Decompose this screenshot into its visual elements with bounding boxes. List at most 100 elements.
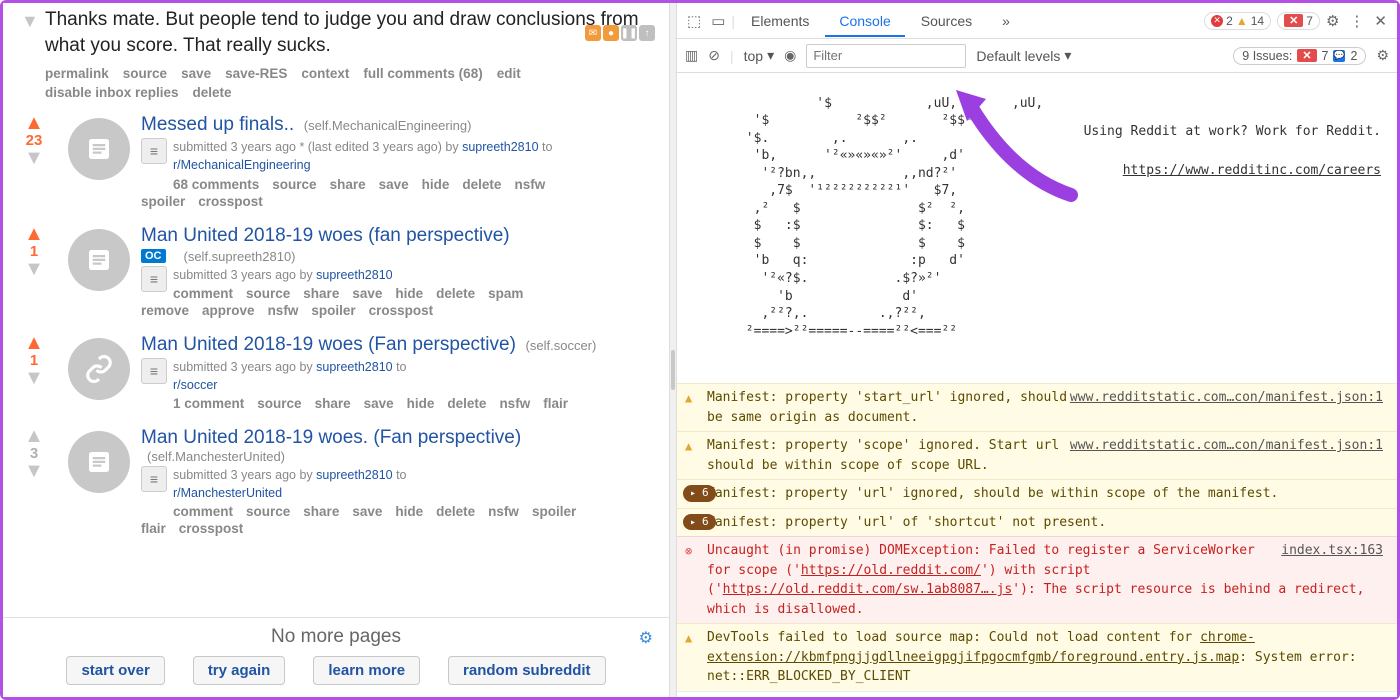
downvote-icon[interactable]: ▼: [11, 149, 57, 167]
flat-link[interactable]: nsfw: [268, 303, 299, 318]
downvote-icon[interactable]: ▼: [21, 11, 39, 32]
mail-icon[interactable]: ✉: [585, 25, 601, 41]
flat-link[interactable]: source: [272, 177, 316, 192]
tab-elements[interactable]: Elements: [737, 5, 823, 37]
flat-link[interactable]: hide: [395, 504, 423, 519]
res-icon-2[interactable]: ●: [603, 25, 619, 41]
flat-link[interactable]: crosspost: [179, 521, 244, 536]
flat-link[interactable]: source: [246, 286, 290, 301]
pause-icon[interactable]: ❚❚: [621, 25, 637, 41]
flat-link[interactable]: hide: [422, 177, 450, 192]
flat-link[interactable]: disable inbox replies: [45, 85, 179, 100]
source-link[interactable]: index.tsx:163: [1281, 541, 1383, 561]
up-icon[interactable]: ↑: [639, 25, 655, 41]
post-title[interactable]: Man United 2018-19 woes (fan perspective…: [141, 225, 510, 246]
nomore-button[interactable]: random subreddit: [448, 656, 606, 685]
tab-more[interactable]: »: [988, 5, 1024, 37]
thumbnail[interactable]: [57, 334, 141, 411]
flat-link[interactable]: crosspost: [198, 194, 263, 209]
flat-link[interactable]: spoiler: [311, 303, 355, 318]
flat-link[interactable]: context: [301, 66, 349, 81]
author-link[interactable]: supreeth2810: [316, 468, 392, 482]
post-title[interactable]: Messed up finals..: [141, 114, 294, 135]
domain[interactable]: (self.MechanicalEngineering): [304, 118, 472, 133]
tab-sources[interactable]: Sources: [907, 5, 986, 37]
subreddit-link[interactable]: r/soccer: [173, 378, 217, 392]
subreddit-link[interactable]: r/ManchesterUnited: [173, 486, 282, 500]
flat-link[interactable]: source: [246, 504, 290, 519]
flat-link[interactable]: nsfw: [499, 396, 530, 411]
tab-console[interactable]: Console: [825, 5, 904, 37]
context-selector[interactable]: top ▾: [744, 47, 775, 64]
subreddit-link[interactable]: r/MechanicalEngineering: [173, 158, 311, 172]
sidebar-toggle-icon[interactable]: ▥: [685, 47, 698, 64]
post-title[interactable]: Man United 2018-19 woes. (Fan perspectiv…: [141, 427, 521, 448]
flat-link[interactable]: delete: [436, 504, 475, 519]
thumbnail[interactable]: [57, 225, 141, 318]
split-divider[interactable]: [669, 3, 677, 697]
flat-link[interactable]: nsfw: [488, 504, 519, 519]
flat-link[interactable]: 1 comment: [173, 396, 244, 411]
flat-link[interactable]: spoiler: [532, 504, 576, 519]
expando-button[interactable]: ≡: [141, 266, 167, 292]
flat-link[interactable]: delete: [436, 286, 475, 301]
hidden-badge[interactable]: ✕7: [1277, 12, 1320, 30]
author-link[interactable]: supreeth2810: [316, 360, 392, 374]
upvote-icon[interactable]: ▲: [11, 334, 57, 352]
author-link[interactable]: supreeth2810: [462, 140, 538, 154]
flat-link[interactable]: flair: [543, 396, 568, 411]
domain[interactable]: (self.supreeth2810): [184, 249, 296, 264]
flat-link[interactable]: source: [123, 66, 167, 81]
domain[interactable]: (self.ManchesterUnited): [147, 449, 285, 464]
downvote-icon[interactable]: ▼: [11, 369, 57, 387]
nomore-button[interactable]: try again: [193, 656, 286, 685]
careers-link[interactable]: https://www.redditinc.com/careers: [1123, 163, 1381, 178]
flat-link[interactable]: share: [330, 177, 366, 192]
flat-link[interactable]: save: [181, 66, 211, 81]
expando-button[interactable]: ≡: [141, 466, 167, 492]
flat-link[interactable]: save: [352, 286, 382, 301]
flat-link[interactable]: edit: [497, 66, 521, 81]
expando-button[interactable]: ≡: [141, 138, 167, 164]
flat-link[interactable]: save-RES: [225, 66, 287, 81]
flat-link[interactable]: hide: [407, 396, 435, 411]
flat-link[interactable]: crosspost: [369, 303, 434, 318]
flat-link[interactable]: remove: [141, 303, 189, 318]
gear-icon[interactable]: ⚙: [639, 628, 653, 648]
thumbnail[interactable]: [57, 114, 141, 208]
nomore-button[interactable]: start over: [66, 656, 164, 685]
console-settings-icon[interactable]: ⚙: [1376, 47, 1389, 64]
error-warn-badge[interactable]: ✕2 ▲14: [1204, 12, 1271, 30]
flat-link[interactable]: comment: [173, 504, 233, 519]
flat-link[interactable]: delete: [447, 396, 486, 411]
flat-link[interactable]: share: [315, 396, 351, 411]
flat-link[interactable]: delete: [462, 177, 501, 192]
downvote-icon[interactable]: ▼: [11, 260, 57, 278]
flat-link[interactable]: spam: [488, 286, 523, 301]
levels-selector[interactable]: Default levels ▾: [976, 47, 1071, 64]
thumbnail[interactable]: [57, 427, 141, 536]
flat-link[interactable]: save: [364, 396, 394, 411]
device-icon[interactable]: ▭: [707, 8, 729, 34]
live-expr-icon[interactable]: ◉: [784, 47, 796, 64]
flat-link[interactable]: 68 comments: [173, 177, 259, 192]
flat-link[interactable]: flair: [141, 521, 166, 536]
flat-link[interactable]: save: [352, 504, 382, 519]
inspect-icon[interactable]: ⬚: [683, 8, 705, 34]
source-link[interactable]: www.redditstatic.com…con/manifest.json:1: [1070, 388, 1383, 408]
flat-link[interactable]: hide: [395, 286, 423, 301]
filter-input[interactable]: [806, 44, 966, 68]
flat-link[interactable]: spoiler: [141, 194, 185, 209]
flat-link[interactable]: full comments (68): [363, 66, 482, 81]
source-link[interactable]: www.redditstatic.com…con/manifest.json:1: [1070, 436, 1383, 456]
flat-link[interactable]: share: [303, 504, 339, 519]
close-icon[interactable]: ✕: [1370, 8, 1391, 34]
downvote-icon[interactable]: ▼: [11, 462, 57, 480]
flat-link[interactable]: nsfw: [514, 177, 545, 192]
flat-link[interactable]: source: [257, 396, 301, 411]
author-link[interactable]: supreeth2810: [316, 268, 392, 282]
upvote-icon[interactable]: ▲: [11, 225, 57, 243]
kebab-icon[interactable]: ⋮: [1345, 8, 1368, 34]
upvote-icon[interactable]: ▲: [11, 114, 57, 132]
issues-button[interactable]: 9 Issues: ✕7 💬2: [1233, 47, 1366, 65]
